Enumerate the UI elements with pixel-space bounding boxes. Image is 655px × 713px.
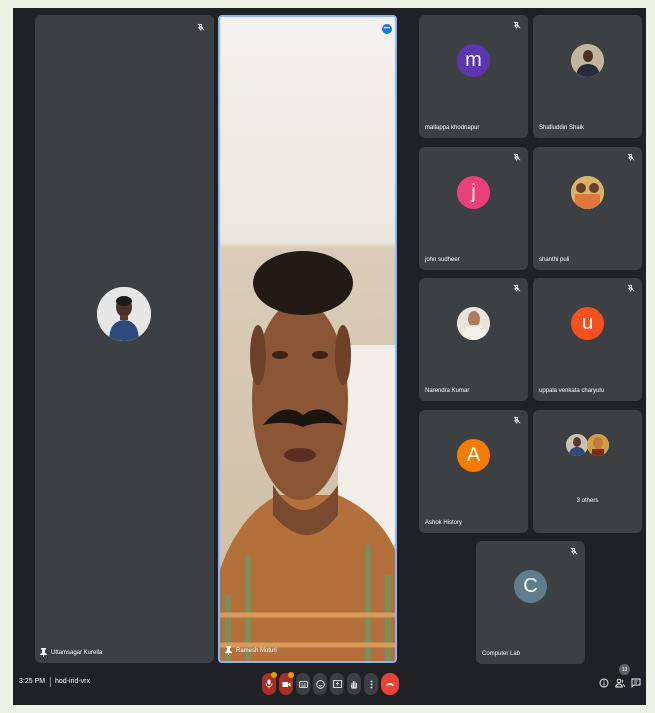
- mic-off-icon: [513, 416, 521, 424]
- raise-hand-icon: [350, 680, 357, 688]
- participant-tile[interactable]: Shafiuddin Shaik: [533, 15, 642, 138]
- mic-off-icon: [627, 284, 635, 292]
- mic-off-icon: [627, 153, 635, 161]
- participant-name: Shafiuddin Shaik: [539, 125, 585, 131]
- participant-count-badge: 13: [619, 664, 630, 675]
- participant-tile[interactable]: Narendra Kumar: [419, 278, 528, 401]
- avatar: [97, 287, 151, 341]
- participant-tile[interactable]: u uppala venkata charyulu: [533, 278, 642, 401]
- people-button[interactable]: [614, 677, 626, 689]
- avatar: A: [457, 439, 490, 472]
- chat-button[interactable]: [630, 677, 642, 689]
- avatar: [457, 307, 490, 340]
- avatar: [587, 434, 609, 456]
- info-icon: [599, 678, 609, 688]
- avatar: [571, 44, 604, 77]
- participant-tile[interactable]: j john sudheer: [419, 147, 528, 270]
- divider: [50, 677, 51, 687]
- participant-name: Uttamsagar Kurella: [51, 650, 103, 656]
- emoji-icon: [315, 679, 325, 689]
- people-icon: [615, 678, 625, 688]
- others-label: 3 others: [576, 498, 599, 504]
- avatar: [566, 434, 588, 456]
- speaker-video: [220, 17, 395, 661]
- bottom-toolbar: 3:25 PM hod-irid-vrx 13: [13, 664, 646, 705]
- avatar: m: [457, 44, 490, 77]
- pin-icon[interactable]: [40, 648, 47, 657]
- participant-name: shanthi puli: [539, 257, 570, 263]
- hang-up-button[interactable]: [381, 673, 399, 695]
- raise-hand-button[interactable]: [347, 673, 361, 695]
- pin-icon[interactable]: [225, 646, 232, 655]
- others-tile[interactable]: 3 others: [533, 410, 642, 533]
- participant-tile[interactable]: shanthi puli: [533, 147, 642, 270]
- chat-icon: [631, 678, 641, 688]
- avatar: j: [457, 176, 490, 209]
- info-button[interactable]: [598, 677, 610, 689]
- present-button[interactable]: [330, 673, 344, 695]
- mic-off-icon: [513, 21, 521, 29]
- emoji-button[interactable]: [313, 673, 327, 695]
- more-options-button[interactable]: •••: [382, 24, 392, 34]
- hang-up-icon: [386, 683, 394, 687]
- camera-button[interactable]: [279, 672, 294, 695]
- avatar: u: [571, 307, 604, 340]
- mic-off-icon: [513, 284, 521, 292]
- avatar: [571, 176, 604, 209]
- mic-off-icon: [570, 547, 578, 555]
- mic-off-icon: [513, 153, 521, 161]
- participant-name: john sudheer: [425, 257, 460, 263]
- participant-name: Narendra Kumar: [425, 388, 470, 394]
- captions-button[interactable]: [296, 673, 310, 695]
- participant-name: mallappa khodnapur: [425, 125, 480, 131]
- participant-name: Ramesh Moturi: [236, 648, 277, 654]
- mic-off-badge: [271, 672, 277, 678]
- present-icon: [332, 680, 342, 688]
- meet-window: Uttamsagar Kurella ••• Ramesh Moturi m m…: [13, 8, 646, 705]
- meeting-time: 3:25 PM: [19, 678, 46, 685]
- captions-icon: [298, 680, 308, 688]
- participant-tile-uttamsagar[interactable]: Uttamsagar Kurella: [35, 15, 214, 663]
- participant-tile-ramesh[interactable]: ••• Ramesh Moturi: [218, 15, 397, 663]
- participant-name: Ashok History: [425, 520, 463, 526]
- participant-tile[interactable]: C Computer Lab: [476, 541, 585, 664]
- participant-tile[interactable]: m mallappa khodnapur: [419, 15, 528, 138]
- participant-name: Computer Lab: [482, 651, 521, 657]
- meeting-code: hod-irid-vrx: [55, 678, 91, 685]
- camera-icon: [282, 681, 290, 687]
- more-options-icon: [370, 680, 372, 688]
- participant-tile[interactable]: A Ashok History: [419, 410, 528, 533]
- more-options-button[interactable]: [364, 673, 378, 695]
- participant-name: uppala venkata charyulu: [539, 388, 605, 394]
- mic-button[interactable]: [262, 672, 277, 695]
- avatar: C: [514, 570, 547, 603]
- camera-off-badge: [288, 672, 294, 678]
- mic-icon: [265, 679, 273, 689]
- mic-off-icon: [197, 23, 205, 31]
